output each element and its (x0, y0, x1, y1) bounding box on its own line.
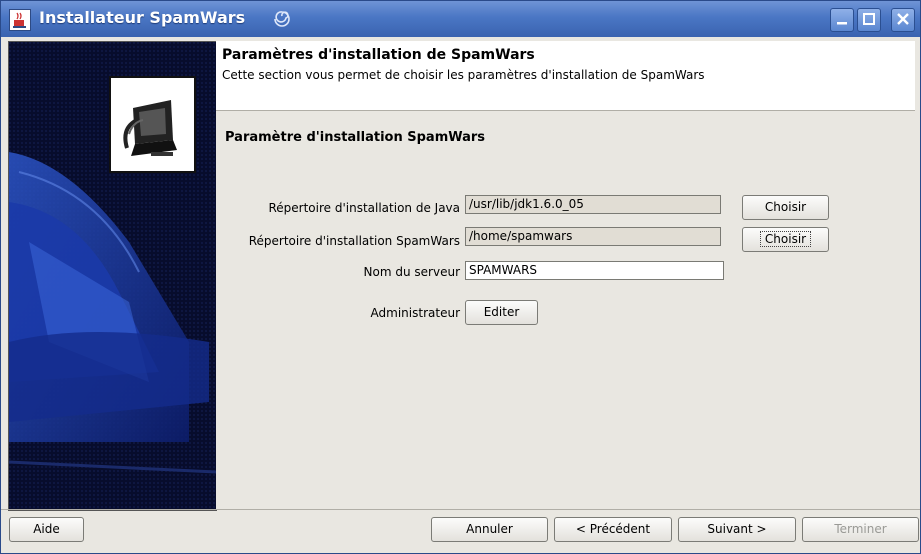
header-banner: Paramètres d'installation de SpamWars Ce… (216, 41, 915, 110)
maximize-icon (863, 13, 875, 25)
footer-divider (1, 509, 920, 510)
page-subtitle: Cette section vous permet de choisir les… (222, 68, 705, 82)
next-button-label: Suivant > (707, 522, 767, 536)
previous-button-label: < Précédent (575, 522, 651, 536)
cancel-button[interactable]: Annuler (431, 517, 548, 542)
java-dir-label: Répertoire d'installation de Java (268, 201, 460, 215)
section-title: Paramètre d'installation SpamWars (225, 130, 486, 145)
spamwars-dir-label: Répertoire d'installation SpamWars (248, 234, 460, 248)
finish-button-label: Terminer (834, 522, 887, 536)
window-title: Installateur SpamWars (39, 8, 246, 27)
edit-administrator-button[interactable]: Editer (465, 300, 538, 325)
settings-panel: Paramètre d'installation SpamWars Répert… (216, 111, 915, 509)
next-button[interactable]: Suivant > (678, 517, 796, 542)
help-button[interactable]: Aide (9, 517, 84, 542)
server-name-input[interactable]: SPAMWARS (465, 261, 724, 280)
choose-java-dir-button[interactable]: Choisir (742, 195, 829, 220)
help-button-label: Aide (33, 522, 60, 536)
side-graphic-panel (8, 41, 217, 511)
spamwars-dir-field[interactable]: /home/spamwars (465, 227, 721, 246)
choose-spamwars-dir-button-label: Choisir (759, 231, 812, 247)
previous-button[interactable]: < Précédent (554, 517, 672, 542)
close-icon (897, 13, 909, 25)
title-bar[interactable]: Installateur SpamWars (1, 1, 920, 37)
installer-logo (109, 76, 196, 173)
java-app-icon[interactable] (9, 9, 31, 31)
choose-spamwars-dir-button[interactable]: Choisir (742, 227, 829, 252)
minimize-icon (837, 22, 847, 25)
choose-java-dir-button-label: Choisir (764, 200, 807, 214)
maximize-button[interactable] (857, 8, 881, 32)
server-name-label: Nom du serveur (363, 265, 460, 279)
close-button[interactable] (891, 8, 915, 32)
computer-install-icon (123, 86, 181, 162)
cancel-button-label: Annuler (466, 522, 513, 536)
edit-administrator-button-label: Editer (483, 305, 520, 319)
finish-button: Terminer (802, 517, 919, 542)
swirl-icon (271, 7, 293, 29)
page-title: Paramètres d'installation de SpamWars (222, 47, 535, 63)
administrator-label: Administrateur (370, 306, 460, 320)
java-dir-field[interactable]: /usr/lib/jdk1.6.0_05 (465, 195, 721, 214)
installer-window: Installateur SpamWars Paramètres d'insta… (0, 0, 921, 554)
minimize-button[interactable] (830, 8, 854, 32)
